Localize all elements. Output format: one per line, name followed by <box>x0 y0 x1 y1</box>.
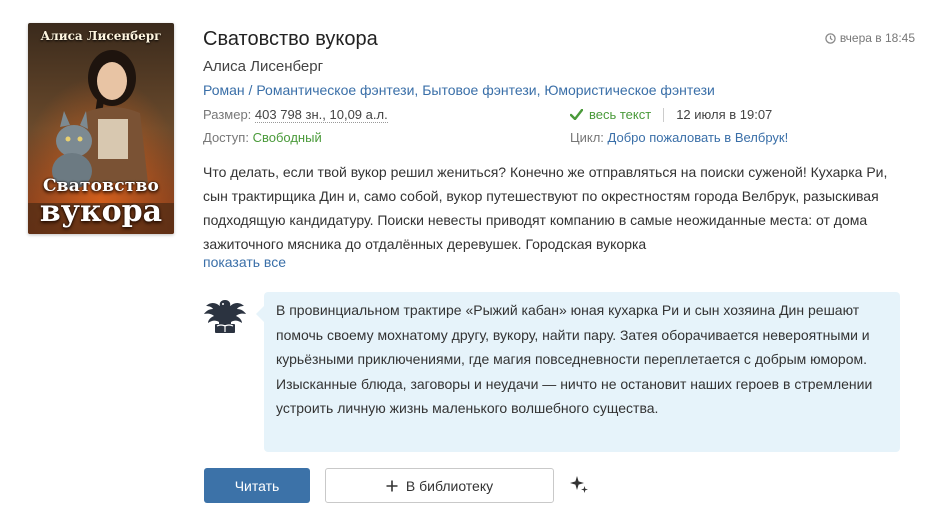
read-button[interactable]: Читать <box>204 468 310 503</box>
update-date-text: вчера в 18:45 <box>839 31 915 45</box>
sparkle-icon[interactable] <box>568 474 590 496</box>
annotation-text: В провинциальном трактире «Рыжий кабан» … <box>276 302 873 416</box>
genre-link-2[interactable]: Романтическое фэнтези <box>256 82 414 98</box>
genre-link-1[interactable]: Роман <box>203 82 245 98</box>
cover-title-line2: вукора <box>39 194 163 229</box>
genre-link-4[interactable]: Юмористическое фэнтези <box>544 82 714 98</box>
size-label: Размер: <box>203 107 252 122</box>
add-to-library-button[interactable]: В библиотеку <box>325 468 554 503</box>
update-date: вчера в 18:45 <box>825 31 915 45</box>
eagle-book-icon <box>204 300 246 333</box>
access-value: Свободный <box>252 130 322 145</box>
cover-title-line1: Сватовство <box>42 176 160 196</box>
access-info: Доступ: Свободный <box>203 130 322 145</box>
cycle-label: Цикл: <box>570 130 604 145</box>
cycle-link[interactable]: Добро пожаловать в Велбрук! <box>608 130 789 145</box>
fulltext-info: весь текст 12 июля в 19:07 <box>570 107 772 122</box>
genre-separator: / <box>244 82 257 98</box>
plus-icon <box>386 480 398 491</box>
annotation-bubble: В провинциальном трактире «Рыжий кабан» … <box>256 292 900 452</box>
book-cover[interactable]: Алиса Лисенберг Сватовство вукора <box>28 23 174 234</box>
show-all-link[interactable]: показать все <box>203 254 286 270</box>
genre-list: Роман / Романтическое фэнтези, Бытовое ф… <box>203 82 715 98</box>
fulltext-label: весь текст <box>589 107 652 122</box>
fulltext-date: 12 июля в 19:07 <box>676 107 773 122</box>
clock-icon <box>825 32 836 44</box>
meta-divider <box>663 107 665 122</box>
book-description: Что делать, если твой вукор решил женить… <box>203 164 888 252</box>
size-value: 403 798 зн., 10,09 а.л. <box>254 107 388 123</box>
genre-link-3[interactable]: Бытовое фэнтези <box>422 82 536 98</box>
access-label: Доступ: <box>203 130 249 145</box>
cover-author-text: Алиса Лисенберг <box>40 29 162 43</box>
add-to-library-label: В библиотеку <box>405 477 494 494</box>
size-info: Размер: 403 798 зн., 10,09 а.л. <box>203 107 388 123</box>
book-author[interactable]: Алиса Лисенберг <box>203 58 323 75</box>
check-icon <box>570 109 583 120</box>
read-button-label: Читать <box>234 477 280 494</box>
cycle-info: Цикл: Добро пожаловать в Велбрук! <box>570 130 788 145</box>
book-title[interactable]: Сватовство вукора <box>203 28 378 51</box>
cover-title-text: Сватовство вукора <box>28 178 174 227</box>
